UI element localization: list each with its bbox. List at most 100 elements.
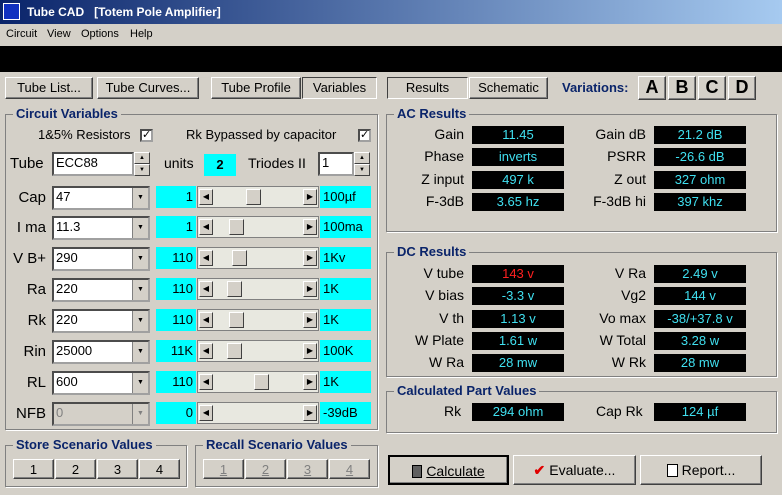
recall-4-button[interactable]: 4: [329, 459, 370, 479]
tube-input[interactable]: ECC88: [52, 152, 134, 176]
w-ra-value: 28 mw: [472, 354, 564, 372]
tube-spinner[interactable]: ▲ ▼: [134, 152, 150, 176]
rk-slider-thumb[interactable]: [228, 312, 244, 328]
calculate-label: Calculate: [426, 463, 485, 479]
chevron-down-icon[interactable]: ▼: [132, 311, 148, 331]
cap-combo[interactable]: 47 ▼: [52, 186, 150, 210]
rk-combo[interactable]: 220 ▼: [52, 309, 150, 333]
z-out-value: 327 ohm: [654, 171, 746, 189]
rl-multiplier: 110: [156, 371, 196, 393]
arrow-right-icon[interactable]: ▶: [303, 219, 317, 235]
v-ra-value: 2.49 v: [654, 265, 746, 283]
variables-button[interactable]: Variables: [302, 77, 377, 99]
units-value[interactable]: 2: [204, 154, 236, 176]
chevron-down-icon[interactable]: ▼: [132, 342, 148, 362]
i-ma-multiplier: 1: [156, 216, 196, 238]
cap-slider-thumb[interactable]: [246, 189, 262, 205]
rin-slider[interactable]: ◀ ▶: [197, 340, 319, 362]
cap-slider[interactable]: ◀ ▶: [197, 186, 319, 208]
f-3db-hi-value: 397 khz: [654, 193, 746, 211]
variation-c-button[interactable]: C: [698, 76, 726, 100]
i-ma-combo[interactable]: 11.3 ▼: [52, 216, 150, 240]
tube-profile-button[interactable]: Tube Profile: [211, 77, 301, 99]
rk-multiplier: 110: [156, 309, 196, 331]
arrow-left-icon[interactable]: ◀: [199, 281, 213, 297]
variations-label: Variations:: [562, 80, 629, 95]
tube-list-button[interactable]: Tube List...: [5, 77, 93, 99]
v-b--combo[interactable]: 290 ▼: [52, 247, 150, 271]
app-icon: [3, 3, 20, 20]
arrow-right-icon[interactable]: ▶: [303, 250, 317, 266]
evaluate-button[interactable]: ✔ Evaluate...: [513, 455, 636, 485]
i-ma-slider-thumb[interactable]: [228, 219, 244, 235]
store-1-button[interactable]: 1: [13, 459, 54, 479]
nfb-combo[interactable]: 0 ▼: [52, 402, 150, 426]
arrow-right-icon[interactable]: ▶: [303, 405, 317, 421]
arrow-left-icon[interactable]: ◀: [199, 374, 213, 390]
report-button[interactable]: Report...: [640, 455, 762, 485]
chevron-down-icon[interactable]: ▼: [132, 280, 148, 300]
store-3-button[interactable]: 3: [97, 459, 138, 479]
menu-view[interactable]: View: [47, 28, 71, 40]
recall-2-button[interactable]: 2: [245, 459, 286, 479]
chevron-down-icon[interactable]: ▼: [132, 188, 148, 208]
f-3db-label: F-3dB: [425, 193, 464, 209]
ra-slider-thumb[interactable]: [227, 281, 243, 297]
f-3db-hi-label: F-3dB hi: [593, 193, 646, 209]
arrow-left-icon[interactable]: ◀: [199, 250, 213, 266]
schematic-button[interactable]: Schematic: [469, 77, 548, 99]
nfb-slider[interactable]: ◀ ▶: [197, 402, 319, 424]
chevron-down-icon[interactable]: ▼: [132, 404, 148, 424]
rl-slider[interactable]: ◀ ▶: [197, 371, 319, 393]
rin-slider-thumb[interactable]: [227, 343, 243, 359]
v-b--slider[interactable]: ◀ ▶: [197, 247, 319, 269]
menu-options[interactable]: Options: [81, 28, 119, 40]
calculate-button[interactable]: Calculate: [388, 455, 509, 485]
arrow-left-icon[interactable]: ◀: [199, 405, 213, 421]
rk-bypassed-checkbox[interactable]: ✓: [358, 129, 371, 142]
triodes-spinner[interactable]: ▲ ▼: [354, 152, 370, 176]
resistors-checkbox[interactable]: ✓: [140, 129, 153, 142]
menu-help[interactable]: Help: [130, 28, 153, 40]
cap-multiplier: 1: [156, 186, 196, 208]
v-bias-label: V bias: [425, 287, 464, 303]
menu-circuit[interactable]: Circuit: [6, 28, 37, 40]
w-rk-value: 28 mw: [654, 354, 746, 372]
store-scenario-title: Store Scenario Values: [13, 437, 156, 452]
variation-a-button[interactable]: A: [638, 76, 666, 100]
recall-3-button[interactable]: 3: [287, 459, 328, 479]
arrow-left-icon[interactable]: ◀: [199, 189, 213, 205]
results-button[interactable]: Results: [387, 77, 468, 99]
rk-slider[interactable]: ◀ ▶: [197, 309, 319, 331]
v-b--value: 290: [56, 250, 78, 265]
v-tube-label: V tube: [423, 265, 464, 281]
store-2-button[interactable]: 2: [55, 459, 96, 479]
ra-combo[interactable]: 220 ▼: [52, 278, 150, 302]
arrow-right-icon[interactable]: ▶: [303, 343, 317, 359]
rk-max: 1K: [320, 309, 371, 331]
arrow-left-icon[interactable]: ◀: [199, 343, 213, 359]
ra-slider[interactable]: ◀ ▶: [197, 278, 319, 300]
i-ma-slider[interactable]: ◀ ▶: [197, 216, 319, 238]
variation-d-button[interactable]: D: [728, 76, 756, 100]
tube-curves-button[interactable]: Tube Curves...: [97, 77, 199, 99]
chevron-down-icon[interactable]: ▼: [132, 218, 148, 238]
rin-combo[interactable]: 25000 ▼: [52, 340, 150, 364]
store-4-button[interactable]: 4: [139, 459, 180, 479]
chevron-down-icon[interactable]: ▼: [132, 373, 148, 393]
arrow-right-icon[interactable]: ▶: [303, 374, 317, 390]
arrow-right-icon[interactable]: ▶: [303, 189, 317, 205]
z-out-label: Z out: [614, 171, 646, 187]
recall-1-button[interactable]: 1: [203, 459, 244, 479]
arrow-right-icon[interactable]: ▶: [303, 281, 317, 297]
chevron-down-icon[interactable]: ▼: [132, 249, 148, 269]
arrow-left-icon[interactable]: ◀: [199, 312, 213, 328]
rl-combo[interactable]: 600 ▼: [52, 371, 150, 395]
arrow-right-icon[interactable]: ▶: [303, 312, 317, 328]
triodes-input[interactable]: 1: [318, 152, 354, 176]
v-b--slider-thumb[interactable]: [232, 250, 248, 266]
variation-b-button[interactable]: B: [668, 76, 696, 100]
v-tube-value: 143 v: [472, 265, 564, 283]
arrow-left-icon[interactable]: ◀: [199, 219, 213, 235]
rl-slider-thumb[interactable]: [254, 374, 270, 390]
